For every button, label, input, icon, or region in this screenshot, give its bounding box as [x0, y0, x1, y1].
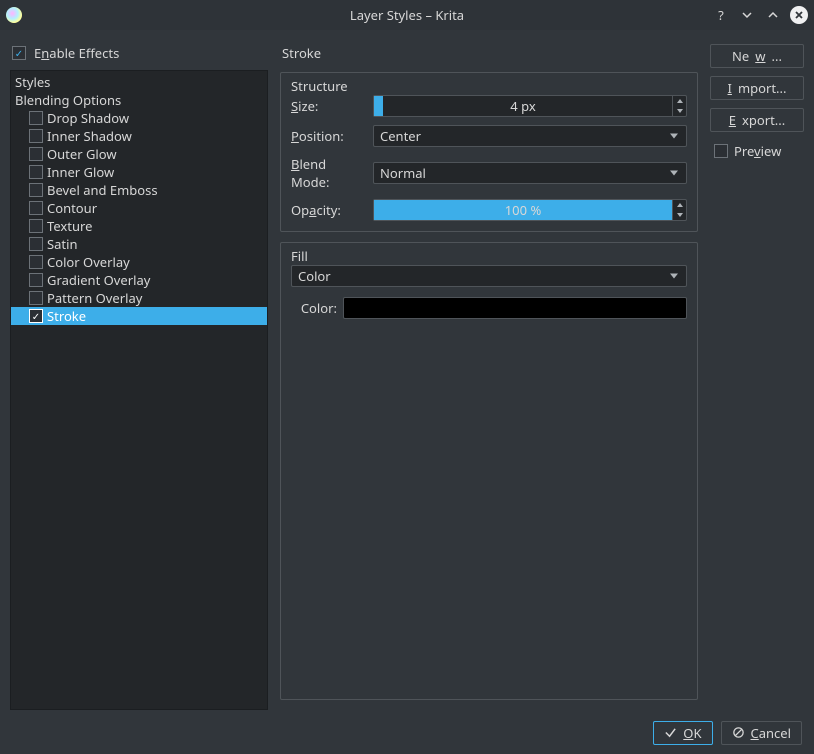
opacity-value: 100 % — [374, 201, 672, 219]
footer: OK Cancel — [0, 710, 814, 754]
import-button[interactable]: Import... — [710, 76, 804, 100]
cancel-button[interactable]: Cancel — [721, 721, 802, 745]
effect-checkbox[interactable] — [29, 309, 43, 323]
effect-checkbox[interactable] — [29, 291, 43, 305]
collapse-up-icon[interactable] — [764, 6, 782, 24]
stepper-down-icon[interactable] — [673, 210, 686, 220]
effect-item-drop-shadow[interactable]: Drop Shadow — [11, 109, 267, 127]
effect-label: Outer Glow — [47, 145, 117, 163]
window-title: Layer Styles – Krita — [0, 6, 814, 24]
effect-label: Gradient Overlay — [47, 271, 150, 289]
blend-combo[interactable]: Normal — [373, 162, 687, 184]
fill-legend: Fill — [291, 247, 308, 265]
app-icon — [6, 7, 22, 23]
stepper-up-icon[interactable] — [673, 96, 686, 106]
blend-value: Normal — [380, 164, 426, 182]
effect-label: Styles — [15, 73, 50, 91]
structure-group: Structure Size: 4 px Position: Center Bl… — [280, 72, 698, 232]
effect-label: Blending Options — [15, 91, 121, 109]
effect-checkbox[interactable] — [29, 183, 43, 197]
effect-checkbox[interactable] — [29, 219, 43, 233]
effect-label: Pattern Overlay — [47, 289, 142, 307]
check-icon — [664, 726, 677, 739]
effect-label: Contour — [47, 199, 97, 217]
size-spinner[interactable]: 4 px — [373, 95, 687, 117]
color-swatch[interactable] — [343, 297, 687, 319]
effect-item-pattern-overlay[interactable]: Pattern Overlay — [11, 289, 267, 307]
effect-item-outer-glow[interactable]: Outer Glow — [11, 145, 267, 163]
enable-effects-checkbox[interactable] — [12, 46, 26, 60]
effect-checkbox[interactable] — [29, 201, 43, 215]
effect-label: Inner Shadow — [47, 127, 132, 145]
position-value: Center — [380, 127, 421, 145]
position-label: Position: — [291, 127, 367, 145]
panel-title: Stroke — [280, 40, 698, 66]
size-value: 4 px — [374, 97, 672, 115]
ok-button[interactable]: OK — [653, 721, 712, 745]
effect-label: Satin — [47, 235, 78, 253]
effect-label: Color Overlay — [47, 253, 130, 271]
enable-effects-label: Enable Effects — [34, 44, 119, 62]
size-label: Size: — [291, 97, 367, 115]
effect-label: Stroke — [47, 307, 86, 325]
stepper-down-icon[interactable] — [673, 106, 686, 116]
effect-item-inner-glow[interactable]: Inner Glow — [11, 163, 267, 181]
new-button[interactable]: New... — [710, 44, 804, 68]
preview-label: Preview — [734, 142, 781, 160]
size-steppers[interactable] — [672, 96, 686, 116]
help-icon[interactable]: ? — [712, 6, 730, 24]
blend-label: Blend Mode: — [291, 155, 367, 191]
effect-item-texture[interactable]: Texture — [11, 217, 267, 235]
position-combo[interactable]: Center — [373, 125, 687, 147]
close-icon[interactable] — [790, 6, 808, 24]
opacity-label: Opacity: — [291, 201, 367, 219]
collapse-down-icon[interactable] — [738, 6, 756, 24]
color-label: Color: — [291, 299, 337, 317]
effect-item-gradient-overlay[interactable]: Gradient Overlay — [11, 271, 267, 289]
enable-effects-row[interactable]: Enable Effects — [10, 36, 268, 70]
effect-checkbox[interactable] — [29, 165, 43, 179]
right-column: New... Import... Export... Preview — [710, 36, 804, 710]
window-controls: ? — [712, 6, 808, 24]
effect-checkbox[interactable] — [29, 273, 43, 287]
effect-label: Bevel and Emboss — [47, 181, 158, 199]
effect-item-blending-options[interactable]: Blending Options — [11, 91, 267, 109]
effect-item-inner-shadow[interactable]: Inner Shadow — [11, 127, 267, 145]
effect-checkbox[interactable] — [29, 147, 43, 161]
effect-checkbox[interactable] — [29, 129, 43, 143]
effect-item-bevel-and-emboss[interactable]: Bevel and Emboss — [11, 181, 267, 199]
opacity-steppers[interactable] — [672, 200, 686, 220]
titlebar: Layer Styles – Krita ? — [0, 0, 814, 30]
effect-label: Texture — [47, 217, 92, 235]
effect-checkbox[interactable] — [29, 255, 43, 269]
left-column: Enable Effects StylesBlending OptionsDro… — [10, 36, 268, 710]
effect-label: Drop Shadow — [47, 109, 129, 127]
cancel-icon — [732, 726, 745, 739]
preview-checkbox[interactable] — [714, 144, 728, 158]
preview-row[interactable]: Preview — [710, 142, 804, 160]
effect-checkbox[interactable] — [29, 111, 43, 125]
effect-item-color-overlay[interactable]: Color Overlay — [11, 253, 267, 271]
export-button[interactable]: Export... — [710, 108, 804, 132]
effect-item-stroke[interactable]: Stroke — [11, 307, 267, 325]
fill-type-value: Color — [298, 267, 331, 285]
opacity-spinner[interactable]: 100 % — [373, 199, 687, 221]
effect-item-styles[interactable]: Styles — [11, 73, 267, 91]
stepper-up-icon[interactable] — [673, 200, 686, 210]
fill-group: Fill Color Color: — [280, 242, 698, 700]
structure-legend: Structure — [291, 77, 348, 95]
fill-type-combo[interactable]: Color — [291, 265, 687, 287]
effects-list[interactable]: StylesBlending OptionsDrop ShadowInner S… — [10, 70, 268, 710]
stroke-panel: Stroke Structure Size: 4 px Position: Ce… — [280, 36, 698, 710]
effect-item-contour[interactable]: Contour — [11, 199, 267, 217]
effect-checkbox[interactable] — [29, 237, 43, 251]
effect-label: Inner Glow — [47, 163, 114, 181]
effect-item-satin[interactable]: Satin — [11, 235, 267, 253]
